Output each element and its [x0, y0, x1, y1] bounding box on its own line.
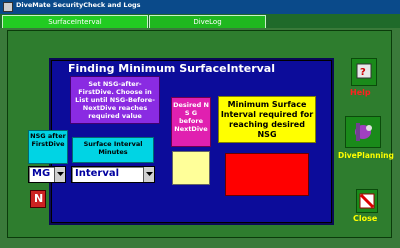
surface-interval-label: Surface Interval Minutes [72, 137, 154, 163]
nsg-after-label: NSG after FirstDive [28, 130, 68, 164]
help-icon: ? [356, 63, 372, 79]
n-button[interactable]: N [30, 190, 46, 208]
diveplanning-label: DivePlanning [338, 151, 394, 160]
close-icon [359, 193, 375, 209]
instruction-text: Set NSG-after-FirstDive. Choose in List … [70, 76, 160, 124]
close-label: Close [353, 214, 378, 223]
page-title: Finding Minimum SurfaceInterval [68, 62, 275, 75]
interval-select-value: Interval [75, 168, 120, 179]
interval-dropdown-button[interactable] [143, 167, 154, 182]
nsg-dropdown-button[interactable] [54, 167, 65, 182]
svg-text:?: ? [360, 67, 366, 78]
window-title-bar: DiveMate SecurityCheck and Logs [0, 0, 400, 14]
chevron-down-icon [146, 172, 153, 176]
app-icon [3, 2, 13, 12]
window-title: DiveMate SecurityCheck and Logs [16, 1, 141, 9]
nsg-after-select[interactable]: MG [28, 166, 66, 183]
help-button[interactable]: ? [351, 58, 377, 86]
minimum-interval-label: Minimum Surface Interval required for re… [218, 96, 316, 143]
surface-interval-select[interactable]: Interval [71, 166, 155, 183]
close-button[interactable] [356, 189, 378, 213]
desired-nsg-field[interactable] [172, 151, 210, 185]
chevron-down-icon [57, 172, 64, 176]
desired-nsg-label: Desired N S G before NextDive [171, 97, 211, 147]
tab-divelog[interactable]: DiveLog [149, 15, 266, 28]
diver-icon [355, 123, 372, 141]
nsg-select-value: MG [32, 168, 51, 179]
help-label: Help [350, 88, 371, 97]
diveplanning-button[interactable] [345, 116, 381, 148]
n-button-label: N [34, 192, 44, 205]
tab-surfaceinterval[interactable]: SurfaceInterval [2, 15, 148, 28]
minimum-interval-result [225, 153, 309, 196]
